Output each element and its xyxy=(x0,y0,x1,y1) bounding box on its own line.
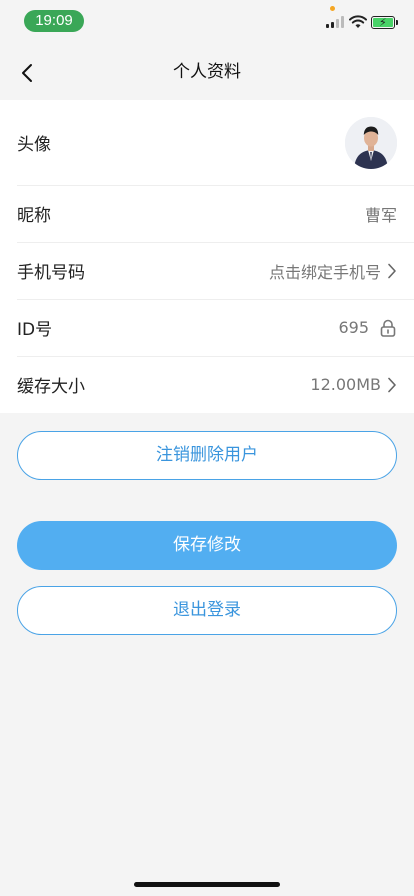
delete-account-button[interactable]: 注销删除用户 xyxy=(17,431,397,480)
avatar-image xyxy=(345,116,397,169)
battery-icon: ⚡ xyxy=(371,16,398,29)
phone-label: 手机号码 xyxy=(17,263,85,283)
chevron-right-icon xyxy=(388,377,396,392)
phone-value: 点击绑定手机号 xyxy=(268,262,381,282)
save-button[interactable]: 保存修改 xyxy=(17,521,397,570)
cellular-signal-icon xyxy=(326,16,346,28)
row-id: ID号 695 xyxy=(0,299,414,356)
page-title: 个人资料 xyxy=(173,62,241,82)
avatar-label: 头像 xyxy=(17,135,51,155)
cache-value: 12.00MB xyxy=(310,375,381,394)
profile-card: 头像 昵称 曹军 手机号码 点击绑定手机号 ID号 695 缓存大小 12.00… xyxy=(0,100,414,413)
id-label: ID号 xyxy=(17,320,53,340)
id-value: 695 xyxy=(338,318,369,337)
lock-icon xyxy=(380,319,396,337)
avatar[interactable] xyxy=(345,116,397,169)
back-button[interactable] xyxy=(10,56,44,90)
home-indicator xyxy=(134,882,280,887)
chevron-right-icon xyxy=(388,263,396,278)
nickname-value: 曹军 xyxy=(364,205,397,225)
row-nickname[interactable]: 昵称 曹军 xyxy=(0,185,414,242)
nickname-label: 昵称 xyxy=(17,206,51,226)
privacy-indicator-dot xyxy=(330,6,335,11)
wifi-icon xyxy=(349,15,367,28)
status-time: 19:09 xyxy=(24,10,84,32)
chevron-left-icon xyxy=(22,64,32,82)
nav-bar: 个人资料 xyxy=(0,44,414,100)
logout-button[interactable]: 退出登录 xyxy=(17,586,397,635)
status-bar: 19:09 ⚡ xyxy=(0,0,414,44)
cache-label: 缓存大小 xyxy=(17,377,85,397)
row-cache[interactable]: 缓存大小 12.00MB xyxy=(0,356,414,413)
row-phone[interactable]: 手机号码 点击绑定手机号 xyxy=(0,242,414,299)
row-avatar[interactable]: 头像 xyxy=(0,100,414,185)
